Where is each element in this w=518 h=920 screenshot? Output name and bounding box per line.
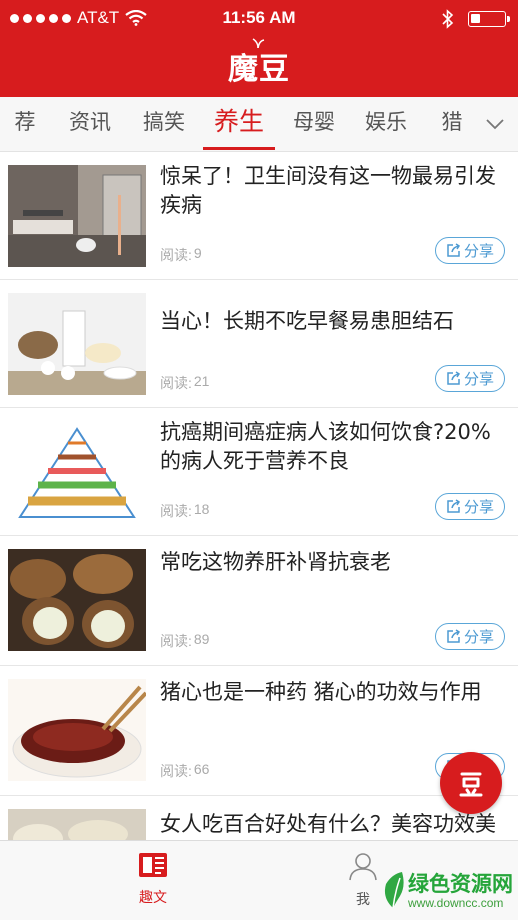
share-icon (447, 371, 461, 385)
share-label: 分享 (463, 628, 494, 646)
read-count-label: 阅读: (160, 763, 192, 779)
read-count-value: 9 (193, 245, 202, 261)
article-title[interactable]: 惊呆了！卫生间没有这一物最易引发疾病 (160, 162, 510, 220)
share-button[interactable]: 分享 (435, 237, 505, 264)
read-count-label: 阅读: (160, 247, 192, 263)
watermark-name: 绿色资源网 (408, 872, 513, 896)
article-title[interactable]: 猪心也是一种药 猪心的功效与作用 (160, 678, 510, 707)
read-count-value: 66 (193, 761, 210, 777)
active-tab-indicator (203, 147, 275, 150)
article-thumbnail-food-pyramid[interactable] (8, 421, 146, 523)
read-count: 阅读: 9 (160, 245, 202, 265)
read-count-value: 89 (193, 631, 210, 647)
share-button[interactable]: 分享 (435, 493, 505, 520)
article-title[interactable]: 当心！长期不吃早餐易患胆结石 (160, 307, 510, 336)
status-bar: AT&T 11:56 AM (0, 0, 518, 38)
bluetooth-icon (442, 9, 454, 29)
tab-parenting[interactable]: 母婴 (282, 97, 346, 151)
category-tabs: 荐 资讯 搞笑 养生 母婴 娱乐 猎 (0, 97, 518, 152)
read-count-label: 阅读: (160, 633, 192, 649)
nav-label: 趣文 (139, 890, 167, 906)
article-title[interactable]: 抗癌期间癌症病人该如何饮食?20%的病人死于营养不良 (160, 418, 510, 476)
battery-level (471, 14, 480, 23)
nav-item-articles[interactable]: 趣文 (113, 851, 193, 907)
share-button[interactable]: 分享 (435, 623, 505, 650)
read-count: 阅读: 89 (160, 631, 209, 651)
articles-icon (139, 853, 167, 877)
tab-recommend[interactable]: 荐 (0, 97, 50, 151)
article-item[interactable]: 抗癌期间癌症病人该如何饮食?20%的病人死于营养不良 阅读: 18 分享 (0, 408, 518, 536)
article-item[interactable]: 当心！长期不吃早餐易患胆结石 阅读: 21 分享 (0, 280, 518, 408)
share-icon (447, 243, 461, 257)
read-count-label: 阅读: (160, 375, 192, 391)
modou-logo-icon (459, 772, 483, 797)
read-count-value: 18 (193, 501, 210, 517)
watermark: 绿色资源网 www.downcc.com (380, 866, 518, 916)
share-label: 分享 (463, 370, 494, 388)
tab-health[interactable]: 养生 (203, 97, 275, 151)
leaf-logo-icon (384, 872, 404, 909)
tab-hunt[interactable]: 猎 (430, 97, 474, 151)
floating-logo-button[interactable] (440, 752, 502, 814)
read-count-label: 阅读: (160, 503, 192, 519)
read-count: 阅读: 66 (160, 761, 209, 781)
share-icon (447, 629, 461, 643)
status-time: 11:56 AM (222, 8, 296, 27)
share-label: 分享 (463, 242, 494, 260)
read-count-value: 21 (193, 373, 210, 389)
read-count: 阅读: 18 (160, 501, 209, 521)
tab-funny[interactable]: 搞笑 (132, 97, 196, 151)
battery-icon (468, 11, 510, 27)
status-right (442, 9, 510, 29)
chevron-down-icon[interactable] (486, 118, 504, 130)
user-profile-icon (349, 853, 377, 881)
article-thumbnail-pork-heart[interactable] (8, 679, 146, 781)
article-title[interactable]: 常吃这物养肝补肾抗衰老 (160, 548, 510, 577)
tab-entertainment[interactable]: 娱乐 (354, 97, 418, 151)
article-thumbnail-breakfast[interactable] (8, 293, 146, 395)
share-icon (447, 499, 461, 513)
read-count: 阅读: 21 (160, 373, 209, 393)
tab-news[interactable]: 资讯 (58, 97, 122, 151)
article-thumbnail-bathroom[interactable] (8, 165, 146, 267)
article-item[interactable]: 惊呆了！卫生间没有这一物最易引发疾病 阅读: 9 分享 (0, 152, 518, 280)
article-thumbnail-yams[interactable] (8, 549, 146, 651)
app-logo: 魔豆 (228, 52, 290, 87)
watermark-url: www.downcc.com (408, 896, 504, 910)
share-label: 分享 (463, 498, 494, 516)
article-item[interactable]: 常吃这物养肝补肾抗衰老 阅读: 89 分享 (0, 536, 518, 666)
share-button[interactable]: 分享 (435, 365, 505, 392)
app-header: AT&T 11:56 AM 魔豆 (0, 0, 518, 97)
